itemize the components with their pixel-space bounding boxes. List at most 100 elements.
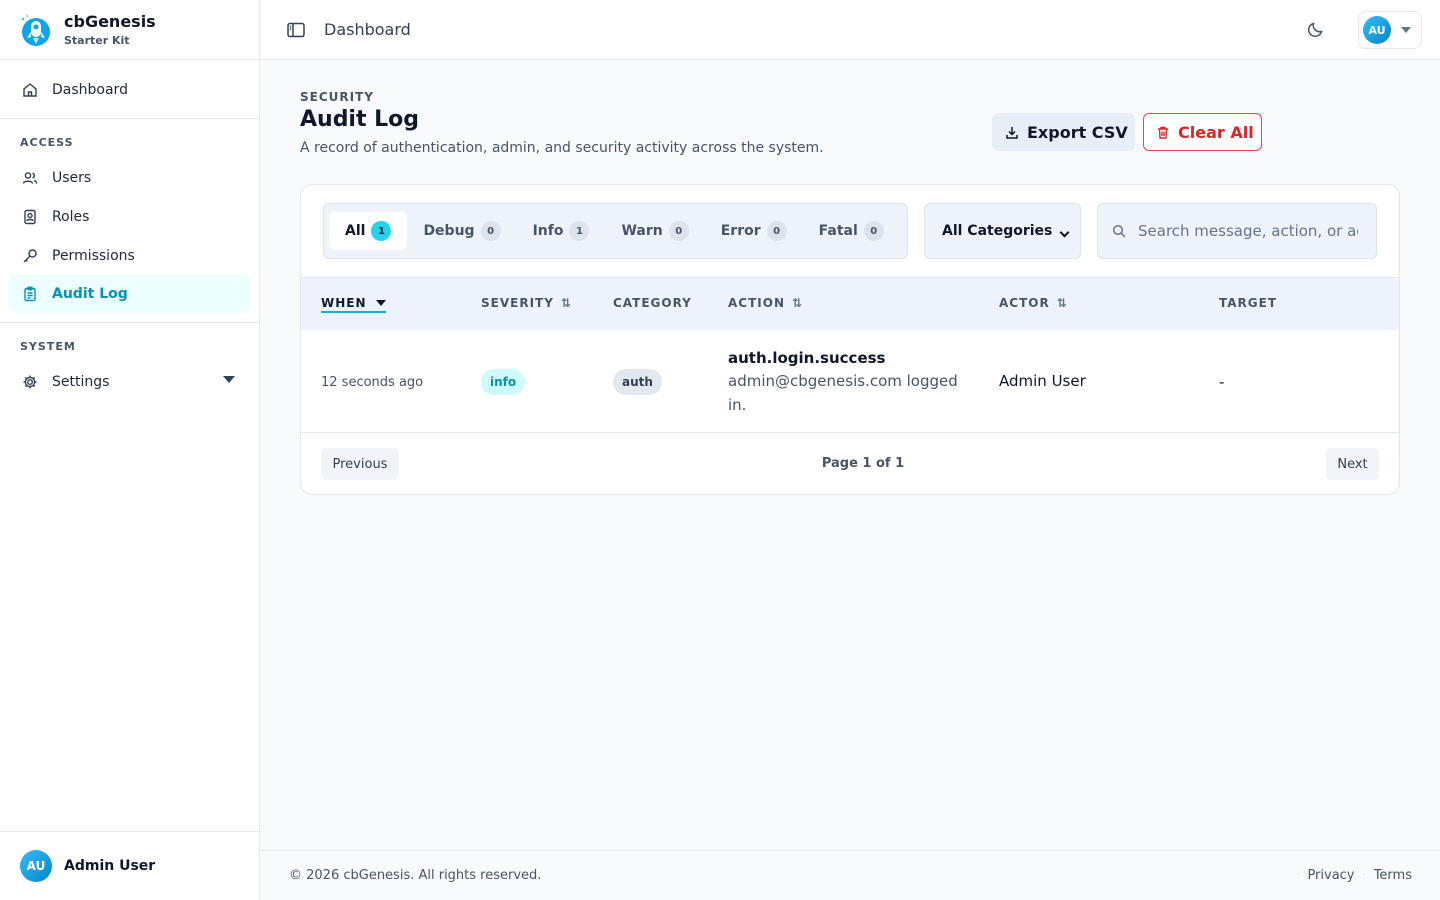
- tab-label: Debug: [423, 223, 475, 239]
- sidebar-item-settings[interactable]: Settings: [8, 362, 251, 401]
- tab-all[interactable]: All 1: [329, 212, 408, 250]
- action-name: auth.login.success: [728, 349, 886, 367]
- tab-label: Info: [532, 223, 564, 239]
- users-icon: [22, 170, 38, 186]
- sidebar-user[interactable]: AU Admin User: [0, 831, 259, 900]
- main-content: SECURITY Audit Log A record of authentic…: [260, 60, 1440, 850]
- header-title: Dashboard: [324, 20, 411, 39]
- severity-tabs: All 1 Debug 0 Info 1 Warn 0 Error 0 Fata…: [323, 203, 908, 259]
- sidebar-item-audit-log[interactable]: Audit Log: [8, 275, 251, 313]
- tab-info[interactable]: Info 1: [517, 212, 606, 250]
- row-target: -: [1219, 373, 1225, 391]
- user-menu-button[interactable]: AU: [1358, 11, 1422, 49]
- column-label: SEVERITY: [481, 296, 554, 310]
- table-header: WHEN SEVERITY ⇅ CATEGORY ACTION ⇅ ACTOR …: [301, 277, 1399, 330]
- sidebar-item-roles[interactable]: Roles: [8, 197, 251, 236]
- sidebar-item-label: Settings: [52, 373, 110, 390]
- sort-desc-icon: [375, 300, 386, 306]
- category-select[interactable]: All Categories: [924, 203, 1081, 259]
- search-field[interactable]: [1097, 203, 1377, 259]
- table-row[interactable]: 12 seconds ago info auth auth.login.succ…: [301, 330, 1399, 433]
- tab-label: Warn: [621, 223, 663, 239]
- tab-count-badge: 0: [863, 221, 884, 241]
- footer-separator: ·: [1296, 870, 1300, 881]
- clear-all-label: Clear All: [1178, 122, 1254, 142]
- page-info: Page 1 of 1: [821, 456, 905, 471]
- privacy-link[interactable]: Privacy: [1307, 868, 1354, 883]
- top-header: Dashboard AU: [260, 0, 1440, 60]
- column-label: TARGET: [1219, 296, 1278, 310]
- download-icon: [1006, 126, 1018, 139]
- audit-log-card: All 1 Debug 0 Info 1 Warn 0 Error 0 Fata…: [300, 184, 1400, 495]
- tab-count-badge: 1: [371, 221, 392, 241]
- nav-access: ACCESS Users Roles Permissions Audit Log: [0, 119, 259, 323]
- tab-label: Error: [720, 223, 761, 239]
- sidebar-toggle-icon[interactable]: [287, 22, 305, 38]
- id-badge-icon: [22, 209, 38, 225]
- tab-label: All: [345, 223, 366, 239]
- sidebar-item-permissions[interactable]: Permissions: [8, 236, 251, 275]
- export-csv-label: Export CSV: [1027, 122, 1128, 142]
- sort-icon: ⇅: [792, 296, 803, 310]
- tab-label: Fatal: [818, 223, 858, 239]
- nav-main: Dashboard: [0, 60, 259, 119]
- chevron-down-icon: [1059, 227, 1070, 238]
- tab-error[interactable]: Error 0: [705, 212, 803, 250]
- footer-links: · Privacy · Terms: [1288, 868, 1412, 883]
- moon-icon[interactable]: [1307, 20, 1325, 38]
- avatar: AU: [1363, 16, 1391, 44]
- column-when[interactable]: WHEN: [321, 296, 386, 313]
- sidebar-item-users[interactable]: Users: [8, 158, 251, 197]
- sort-icon: ⇅: [1056, 296, 1067, 310]
- search-icon: [1112, 224, 1126, 238]
- avatar: AU: [20, 850, 52, 882]
- brand-name: cbGenesis: [64, 11, 156, 31]
- clear-all-button[interactable]: Clear All: [1143, 113, 1262, 151]
- copyright: © 2026 cbGenesis. All rights reserved.: [289, 868, 542, 883]
- export-csv-button[interactable]: Export CSV: [992, 113, 1135, 151]
- page-description: A record of authentication, admin, and s…: [300, 140, 824, 156]
- brand[interactable]: cbGenesis Starter Kit: [0, 0, 259, 60]
- sidebar-item-label: Permissions: [52, 247, 135, 264]
- column-label: ACTION: [728, 296, 785, 310]
- chevron-down-icon: [223, 376, 235, 383]
- tab-fatal[interactable]: Fatal 0: [803, 212, 900, 250]
- column-actor[interactable]: ACTOR ⇅: [999, 296, 1067, 310]
- row-action: auth.login.success admin@cbgenesis.com l…: [728, 348, 968, 417]
- key-icon: [22, 248, 38, 264]
- severity-badge: info: [481, 369, 526, 395]
- tab-count-badge: 0: [668, 221, 689, 241]
- sidebar: cbGenesis Starter Kit Dashboard ACCESS U…: [0, 0, 260, 900]
- search-input[interactable]: [1138, 222, 1358, 240]
- home-icon: [22, 82, 38, 98]
- chevron-down-icon: [1401, 27, 1411, 33]
- tab-debug[interactable]: Debug 0: [407, 212, 516, 250]
- sidebar-item-label: Audit Log: [52, 286, 128, 302]
- gear-icon: [22, 374, 38, 390]
- tab-warn[interactable]: Warn 0: [605, 212, 704, 250]
- category-badge: auth: [613, 369, 662, 395]
- tab-count-badge: 0: [480, 221, 501, 241]
- column-action[interactable]: ACTION ⇅: [728, 296, 802, 310]
- terms-link[interactable]: Terms: [1374, 868, 1412, 883]
- column-severity[interactable]: SEVERITY ⇅: [481, 296, 571, 310]
- column-category: CATEGORY: [613, 296, 692, 310]
- nav-heading-access: ACCESS: [20, 136, 74, 149]
- next-button[interactable]: Next: [1326, 448, 1379, 480]
- sort-icon: ⇅: [560, 296, 571, 310]
- pagination: Previous Page 1 of 1 Next: [301, 434, 1399, 494]
- tab-count-badge: 1: [569, 221, 590, 241]
- nav-system: SYSTEM Settings: [0, 323, 259, 410]
- sidebar-user-name: Admin User: [64, 858, 156, 874]
- nav-heading-system: SYSTEM: [20, 340, 76, 353]
- row-when: 12 seconds ago: [321, 375, 424, 390]
- page-eyebrow: SECURITY: [300, 90, 374, 104]
- page-title: Audit Log: [300, 107, 420, 132]
- column-label: CATEGORY: [613, 296, 692, 310]
- sidebar-item-dashboard[interactable]: Dashboard: [8, 70, 251, 109]
- sidebar-item-label: Users: [52, 169, 92, 186]
- footer-separator: ·: [1362, 870, 1366, 881]
- rocket-logo-icon: [18, 13, 52, 47]
- trash-icon: [1157, 126, 1169, 139]
- column-label: WHEN: [321, 296, 367, 310]
